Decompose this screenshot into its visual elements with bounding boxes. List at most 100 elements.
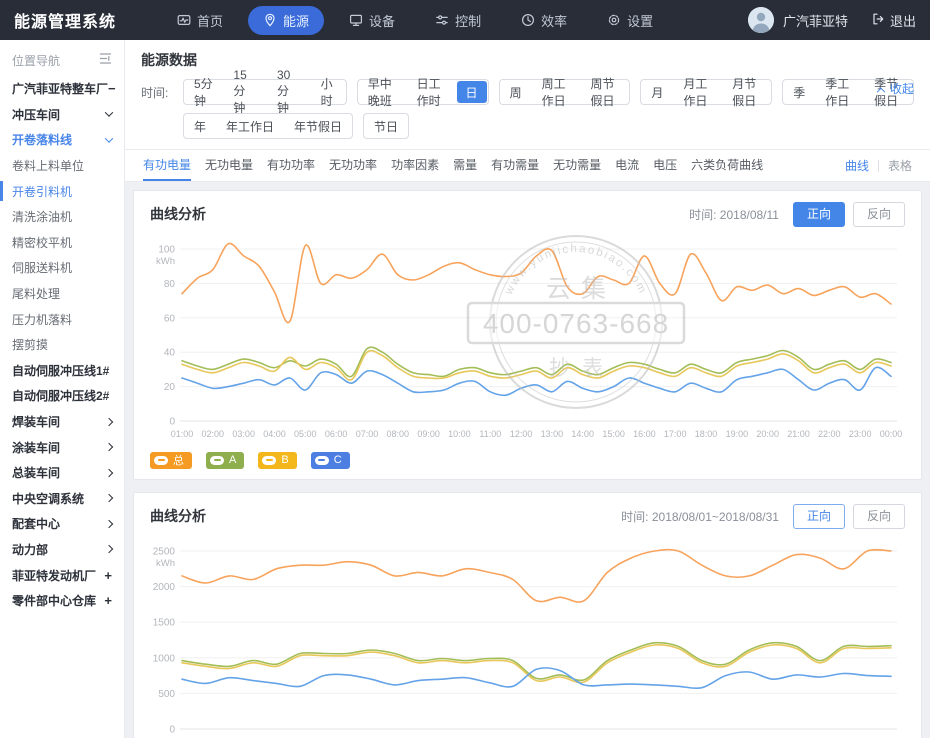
filter-option[interactable]: 年节假日 (284, 114, 352, 138)
daily-curve-card: 曲线分析 时间: 2018/08/11 正向 反向 020406080100kW… (133, 190, 922, 480)
filter-option[interactable]: 周工作日 (532, 80, 581, 104)
filter-option[interactable]: 节日 (364, 114, 408, 138)
sidebar-item-10[interactable]: 摆剪摸 (0, 332, 124, 358)
sidebar-item-14[interactable]: 涂装车间 (0, 434, 124, 460)
svg-text:15:00: 15:00 (602, 429, 625, 439)
legend-badge-C[interactable]: C (311, 452, 350, 469)
filter-option[interactable]: 日 (457, 81, 487, 103)
filter-option[interactable]: 季工作日 (815, 80, 864, 104)
daily-curve-svg: 020406080100kWh01:0002:0003:0004:0005:00… (146, 233, 903, 443)
tab-9[interactable]: 电压 (653, 150, 677, 181)
sidebar-item-20[interactable]: 零件部中心仓库+ (0, 588, 124, 614)
logout-button[interactable]: 退出 (871, 11, 916, 30)
collapse-toggle[interactable]: 收起 (878, 80, 914, 97)
svg-text:10:00: 10:00 (448, 429, 471, 439)
svg-text:20:00: 20:00 (756, 429, 779, 439)
svg-text:06:00: 06:00 (325, 429, 348, 439)
sidebar-item-11[interactable]: 自动伺服冲压线1# (0, 358, 124, 384)
device-icon (349, 13, 363, 27)
nav-item-control[interactable]: 控制 (420, 6, 496, 35)
nav-item-settings[interactable]: 设置 (592, 6, 668, 35)
sidebar-item-4[interactable]: 开卷引料机 (0, 178, 124, 204)
tab-8[interactable]: 电流 (615, 150, 639, 181)
sidebar-item-2[interactable]: 开卷落料线 (0, 127, 124, 153)
tab-3[interactable]: 无功功率 (329, 150, 377, 181)
time-range: 时间: 2018/08/01~2018/08/31 (621, 508, 779, 525)
reverse-button[interactable]: 反向 (853, 202, 905, 227)
tab-7[interactable]: 无功需量 (553, 150, 601, 181)
user-name: 广汽菲亚特 (783, 11, 848, 30)
sidebar-item-12[interactable]: 自动伺服冲压线2# (0, 383, 124, 409)
forward-button[interactable]: 正向 (793, 504, 845, 529)
view-mode-curve[interactable]: 曲线 (845, 157, 869, 174)
filter-option[interactable]: 15分钟 (223, 80, 267, 104)
sidebar-item-5[interactable]: 清洗涂油机 (0, 204, 124, 230)
sidebar-item-3[interactable]: 卷料上料单位 (0, 153, 124, 179)
sidebar-item-18[interactable]: 动力部 (0, 537, 124, 563)
filter-group: 周周工作日周节假日 (499, 79, 631, 105)
sidebar-item-8[interactable]: 尾料处理 (0, 281, 124, 307)
nav-item-home[interactable]: 首页 (162, 6, 238, 35)
svg-text:0: 0 (169, 724, 175, 735)
nav-item-efficiency[interactable]: 效率 (506, 6, 582, 35)
tab-5[interactable]: 需量 (453, 150, 477, 181)
svg-text:04:00: 04:00 (263, 429, 286, 439)
nav-item-energy[interactable]: 能源 (248, 6, 324, 35)
charts-area: 曲线分析 时间: 2018/08/11 正向 反向 020406080100kW… (125, 182, 930, 738)
filter-option[interactable]: 日工作时 (407, 80, 456, 104)
filter-option[interactable]: 年 (184, 114, 216, 138)
tab-2[interactable]: 有功功率 (267, 150, 315, 181)
svg-text:02:00: 02:00 (202, 429, 225, 439)
sidebar-item-19[interactable]: 菲亚特发动机厂+ (0, 562, 124, 588)
view-mode-table[interactable]: 表格 (888, 157, 912, 174)
reverse-button[interactable]: 反向 (853, 504, 905, 529)
right-icon (106, 546, 112, 552)
tab-4[interactable]: 功率因素 (391, 150, 439, 181)
filter-option[interactable]: 周 (500, 80, 532, 104)
sidebar-item-15[interactable]: 总装车间 (0, 460, 124, 486)
panel-title: 能源数据 (141, 50, 914, 70)
filter-option[interactable]: 月工作日 (673, 80, 722, 104)
filter-option[interactable]: 早中晚班 (358, 80, 407, 104)
card-header: 曲线分析 时间: 2018/08/11 正向 反向 (134, 191, 921, 231)
filter-option[interactable]: 周节假日 (580, 80, 629, 104)
divider (878, 160, 879, 172)
tab-0[interactable]: 有功电量 (143, 150, 191, 181)
main-content: 能源数据 时间:5分钟15分钟30分钟小时早中晚班日工作时日周周工作日周节假日月… (125, 40, 930, 738)
line-sample-icon (262, 456, 276, 465)
clock-icon (521, 13, 535, 27)
logout-icon (871, 12, 885, 29)
filter-option[interactable]: 5分钟 (184, 80, 223, 104)
filter-option[interactable]: 季 (783, 80, 815, 104)
sidebar-item-7[interactable]: 伺服送料机 (0, 255, 124, 281)
filter-option[interactable]: 30分钟 (267, 80, 311, 104)
sidebar-header: 位置导航 (0, 44, 124, 76)
filter-option[interactable]: 小时 (311, 80, 346, 104)
forward-button[interactable]: 正向 (793, 202, 845, 227)
sidebar-item-9[interactable]: 压力机落料 (0, 306, 124, 332)
sidebar-item-17[interactable]: 配套中心 (0, 511, 124, 537)
filter-option[interactable]: 月 (641, 80, 673, 104)
nav-item-device[interactable]: 设备 (334, 6, 410, 35)
svg-text:500: 500 (158, 688, 175, 699)
avatar[interactable] (748, 7, 774, 33)
filter-option[interactable]: 月节假日 (722, 80, 771, 104)
filter-option[interactable]: 年工作日 (216, 114, 284, 138)
legend-badge-B[interactable]: B (258, 452, 296, 469)
sidebar-item-16[interactable]: 中央空调系统 (0, 486, 124, 512)
sidebar-item-6[interactable]: 精密校平机 (0, 230, 124, 256)
legend-badge-A[interactable]: A (206, 452, 244, 469)
tab-1[interactable]: 无功电量 (205, 150, 253, 181)
location-sidebar: 位置导航 广汽菲亚特整车厂−冲压车间开卷落料线卷料上料单位开卷引料机清洗涂油机精… (0, 40, 125, 738)
tab-10[interactable]: 六类负荷曲线 (691, 150, 763, 181)
right-icon (106, 470, 112, 476)
legend-badge-total[interactable]: 总 (150, 452, 192, 469)
right-icon (106, 444, 112, 450)
tree-filter-icon[interactable] (99, 52, 112, 68)
tab-6[interactable]: 有功需量 (491, 150, 539, 181)
sidebar-item-1[interactable]: 冲压车间 (0, 102, 124, 128)
series-line-A (182, 347, 891, 376)
sidebar-item-0[interactable]: 广汽菲亚特整车厂− (0, 76, 124, 102)
svg-text:16:00: 16:00 (633, 429, 656, 439)
sidebar-item-13[interactable]: 焊装车间 (0, 409, 124, 435)
